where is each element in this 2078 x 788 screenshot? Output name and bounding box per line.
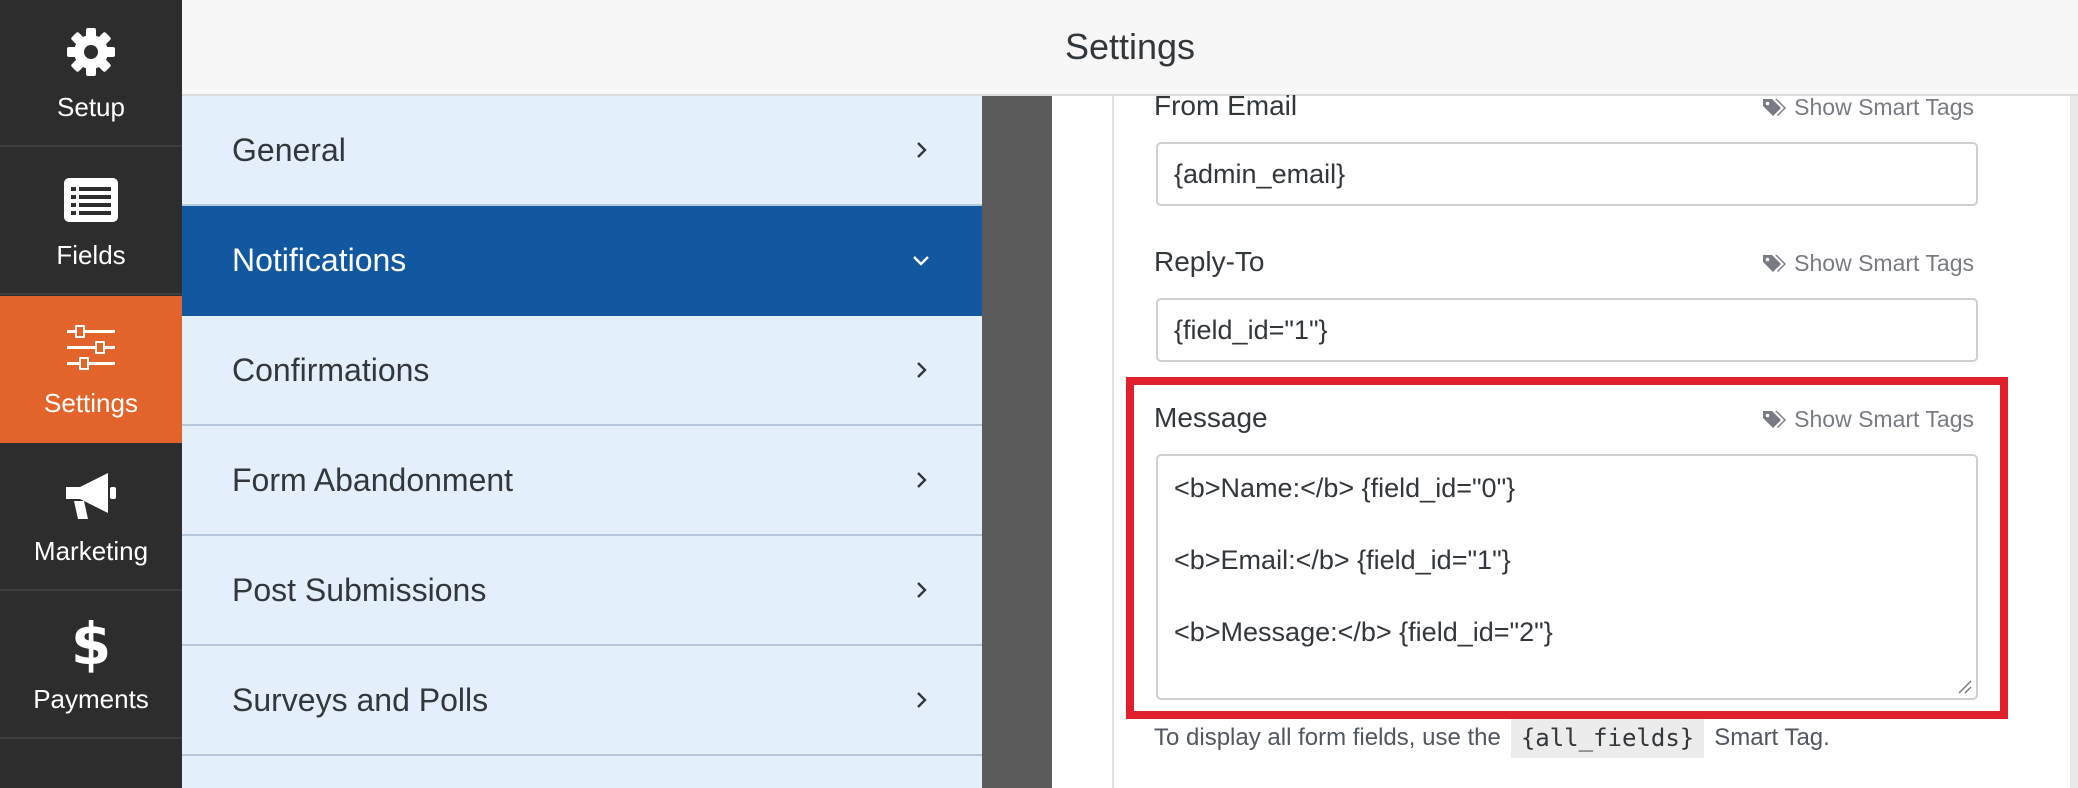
chevron-right-icon <box>917 362 927 378</box>
nav-settings-label: Settings <box>44 388 138 418</box>
nav-marketing[interactable]: Marketing <box>0 444 182 591</box>
nav-setup-label: Setup <box>57 92 125 122</box>
from-email-value: {admin_email} <box>1174 158 1346 189</box>
nav-setup[interactable]: Setup <box>0 0 182 147</box>
chevron-down-icon <box>913 256 929 266</box>
settings-section-list: General Notifications Confirmations Form… <box>182 96 982 788</box>
smart-tags-label: Show Smart Tags <box>1794 94 1974 120</box>
section-label: Form Abandonment <box>232 461 514 498</box>
section-general[interactable]: General <box>182 96 982 206</box>
section-form-abandonment[interactable]: Form Abandonment <box>182 426 982 536</box>
section-surveys-and-polls[interactable]: Surveys and Polls <box>182 646 982 756</box>
nav-payments[interactable]: $ Payments <box>0 592 182 739</box>
list-icon <box>61 170 121 230</box>
page-title: Settings <box>1064 26 1196 67</box>
gear-icon <box>61 22 121 82</box>
from-email-input[interactable]: {admin_email} <box>1156 142 1978 206</box>
section-label: Confirmations <box>232 351 430 388</box>
nav-marketing-label: Marketing <box>33 536 149 566</box>
tags-icon <box>1763 254 1787 272</box>
chevron-right-icon <box>917 142 927 158</box>
dollar-icon: $ <box>70 610 112 678</box>
chevron-right-icon <box>917 692 927 708</box>
reply-to-label: Reply-To <box>1154 246 1265 277</box>
section-notifications[interactable]: Notifications <box>182 206 982 316</box>
reply-to-input[interactable]: {field_id="1"} <box>1156 298 1978 362</box>
builder-sidebar: Setup Fields Settings Marketing $ Paymen… <box>0 0 182 788</box>
from-email-label: From Email <box>1154 90 1298 121</box>
all-fields-code: {all_fields} <box>1510 718 1705 758</box>
section-post-submissions[interactable]: Post Submissions <box>182 536 982 646</box>
from-email-smart-tags-link[interactable]: Show Smart Tags <box>1762 94 1974 121</box>
nav-settings[interactable]: Settings <box>0 296 182 443</box>
chevron-right-icon <box>917 582 927 598</box>
chevron-right-icon <box>917 472 927 488</box>
message-helper-text: To display all form fields, use the {all… <box>1154 718 1830 758</box>
reply-to-value: {field_id="1"} <box>1174 314 1328 345</box>
content-divider <box>1112 96 1114 788</box>
section-label: Post Submissions <box>232 571 487 608</box>
helper-suffix: Smart Tag. <box>1714 724 1830 751</box>
nav-payments-label: Payments <box>33 684 149 714</box>
panel-gutter <box>982 96 1052 788</box>
scrollbar[interactable] <box>2070 96 2078 788</box>
megaphone-icon <box>61 466 121 526</box>
reply-to-smart-tags-link[interactable]: Show Smart Tags <box>1762 250 1974 277</box>
helper-prefix: To display all form fields, use the <box>1154 724 1501 751</box>
section-label: Surveys and Polls <box>232 681 489 718</box>
sliders-icon <box>61 318 121 378</box>
section-label: Notifications <box>232 241 407 278</box>
nav-fields[interactable]: Fields <box>0 148 182 295</box>
smart-tags-label: Show Smart Tags <box>1794 250 1974 276</box>
nav-fields-label: Fields <box>56 240 126 270</box>
message-highlight-box <box>1126 377 2008 719</box>
tags-icon <box>1763 98 1787 116</box>
section-label: General <box>232 131 346 168</box>
top-header: Settings <box>182 0 2078 96</box>
section-confirmations[interactable]: Confirmations <box>182 316 982 426</box>
